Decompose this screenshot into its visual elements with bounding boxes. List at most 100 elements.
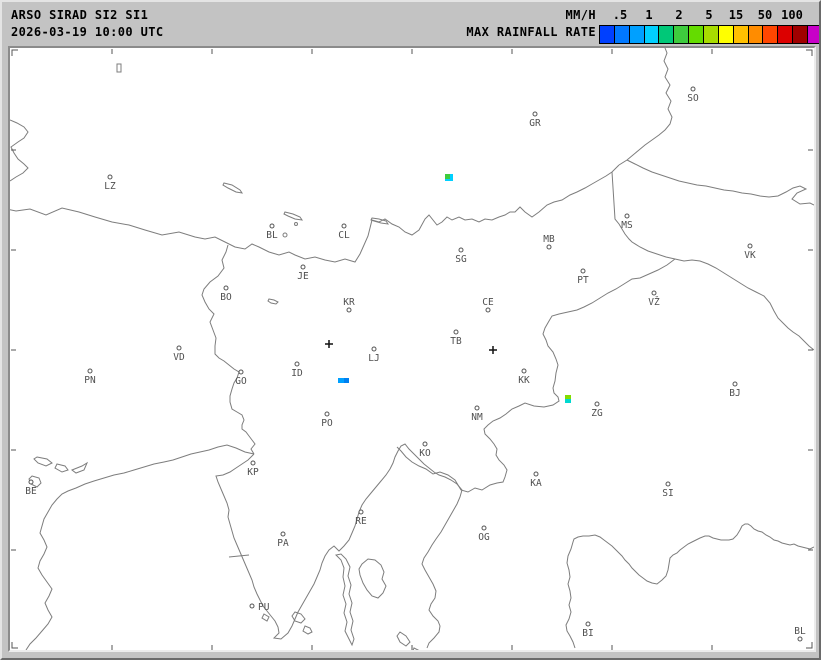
station-circle-icon xyxy=(423,442,427,446)
island xyxy=(412,648,423,650)
island-krk xyxy=(359,559,386,598)
scale-label-2: 2 xyxy=(662,8,696,22)
lake xyxy=(284,212,302,220)
station-circle-icon xyxy=(270,224,274,228)
rain-cell xyxy=(445,179,450,181)
station-circle-icon xyxy=(533,112,537,116)
color-scale-cell-13 xyxy=(792,25,808,44)
border-austria-line xyxy=(10,165,619,262)
border-southeast-line xyxy=(612,172,814,350)
lagoon-island xyxy=(34,457,52,466)
color-scale-cell-1 xyxy=(614,25,630,44)
station-label: BL xyxy=(266,230,278,241)
color-scale-cell-5 xyxy=(673,25,689,44)
station-label: GR xyxy=(529,118,541,129)
rainfall-color-scale xyxy=(599,25,821,44)
lim-channel xyxy=(229,555,249,557)
station-label: CL xyxy=(338,230,350,241)
island-cres xyxy=(336,554,354,645)
color-scale-cell-12 xyxy=(777,25,793,44)
scale-label-1: 1 xyxy=(632,8,666,22)
station-ka: KA xyxy=(530,472,542,489)
legend-units-label: MM/H xyxy=(2,8,596,22)
station-label: GO xyxy=(235,376,247,387)
station-label: SI xyxy=(662,488,673,499)
station-circle-icon xyxy=(625,214,629,218)
station-circle-icon xyxy=(250,604,254,608)
station-kk: KK xyxy=(518,369,530,386)
station-so: SO xyxy=(687,87,699,104)
station-circle-icon xyxy=(251,461,255,465)
color-scale-cell-11 xyxy=(762,25,778,44)
station-ce: CE xyxy=(482,297,494,312)
station-label: VŽ xyxy=(648,296,660,308)
border-italy-line xyxy=(202,245,255,454)
station-circle-icon xyxy=(475,406,479,410)
color-scale-cell-10 xyxy=(748,25,764,44)
station-circle-icon xyxy=(798,637,802,641)
station-circle-icon xyxy=(534,472,538,476)
station-bl: BL xyxy=(794,626,806,641)
frame-corner-mark xyxy=(806,50,812,56)
station-label: CE xyxy=(482,297,494,308)
station-sg: SG xyxy=(455,248,467,265)
rain-cells-layer xyxy=(338,174,571,403)
color-scale-cell-4 xyxy=(658,25,674,44)
station-label: PU xyxy=(258,602,270,613)
station-cl: CL xyxy=(338,224,350,241)
station-circle-icon xyxy=(691,87,695,91)
station-label: PO xyxy=(321,418,333,429)
island xyxy=(303,626,312,634)
station-label: MS xyxy=(621,220,633,231)
station-label: PN xyxy=(84,375,96,386)
station-nm: NM xyxy=(471,406,483,423)
station-mb: MB xyxy=(543,234,555,249)
color-scale-cell-2 xyxy=(629,25,645,44)
station-circle-icon xyxy=(652,291,656,295)
station-label: PA xyxy=(277,538,289,549)
station-vd: VD xyxy=(173,346,185,363)
station-circle-icon xyxy=(482,526,486,530)
station-label: KR xyxy=(343,297,355,308)
station-circle-icon xyxy=(547,245,551,249)
station-circle-icon xyxy=(733,382,737,386)
station-circle-icon xyxy=(281,532,285,536)
station-label: BL xyxy=(794,626,806,637)
station-bo: BO xyxy=(220,286,232,303)
rain-cell xyxy=(344,378,349,383)
frame-corner-mark xyxy=(12,50,18,56)
station-label: KK xyxy=(518,375,530,386)
station-kr: KR xyxy=(343,297,355,312)
station-og: OG xyxy=(478,526,490,543)
station-pn: PN xyxy=(84,369,96,386)
station-gr: GR xyxy=(529,112,541,129)
station-lj: LJ xyxy=(368,347,379,364)
station-kp: KP xyxy=(247,461,259,478)
island xyxy=(397,632,410,646)
frame-corner-mark xyxy=(806,642,812,648)
station-pu: PU xyxy=(250,602,270,613)
station-circle-icon xyxy=(581,269,585,273)
station-circle-icon xyxy=(224,286,228,290)
station-label: BO xyxy=(220,292,232,303)
station-label: KO xyxy=(419,448,431,459)
station-circle-icon xyxy=(301,265,305,269)
station-circle-icon xyxy=(666,482,670,486)
station-circle-icon xyxy=(595,402,599,406)
color-scale-cell-3 xyxy=(644,25,660,44)
station-bl: BL xyxy=(266,224,278,241)
station-circle-icon xyxy=(239,370,243,374)
rain-cell xyxy=(565,399,571,403)
station-go: GO xyxy=(235,370,247,387)
station-circle-icon xyxy=(108,175,112,179)
station-label: VK xyxy=(744,250,756,261)
station-po: PO xyxy=(321,412,333,429)
station-label: BE xyxy=(25,486,37,497)
lake xyxy=(268,299,278,304)
border-hungary-north-line xyxy=(619,48,672,165)
station-circle-icon xyxy=(372,347,376,351)
station-circle-icon xyxy=(29,480,33,484)
station-label: TB xyxy=(450,336,462,347)
color-scale-cell-8 xyxy=(718,25,734,44)
station-bi: BI xyxy=(582,622,593,639)
